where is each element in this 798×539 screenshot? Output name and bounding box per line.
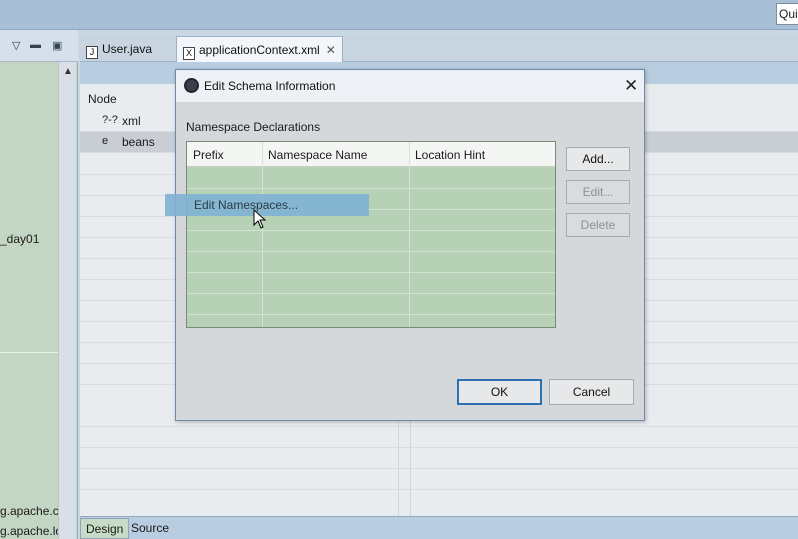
eclipse-icon [184,78,199,93]
grid-line [80,468,798,469]
row-line [187,272,555,273]
xml-declaration-icon: ?-? [102,114,118,126]
xml-file-icon: X [183,47,195,60]
add-button[interactable]: Add... [566,147,630,171]
edit-namespaces-menu-item[interactable]: Edit Namespaces... [165,194,369,216]
divider [0,352,58,353]
row-line [187,188,555,189]
scroll-up-icon[interactable]: ▲ [63,66,73,77]
element-icon: e [102,135,109,147]
tree-item[interactable]: g.apache.c [0,504,58,518]
node-label: xml [122,114,141,128]
edit-button[interactable]: Edit... [566,180,630,204]
column-header-location[interactable]: Location Hint [415,148,485,162]
editor-tabs: J User.java XapplicationContext.xml ✕ [80,36,798,62]
dialog-title-bar: Edit Schema Information ✕ [176,70,644,102]
mouse-cursor-icon [253,209,267,229]
namespace-table[interactable]: Prefix Namespace Name Location Hint [186,141,556,328]
row-line [187,314,555,315]
tab-label: User.java [102,42,153,56]
dialog-title: Edit Schema Information [204,79,336,93]
column-divider [262,142,263,327]
grid-line [80,426,798,427]
row-line [187,230,555,231]
editor-page-tabs: Design Source [80,516,798,539]
section-label: Namespace Declarations [186,120,321,134]
ok-button[interactable]: OK [457,379,542,405]
close-icon[interactable]: ✕ [624,76,638,96]
column-divider [409,142,410,327]
column-header-namespace[interactable]: Namespace Name [268,148,367,162]
tab-design[interactable]: Design [80,518,130,539]
tab-application-context[interactable]: XapplicationContext.xml ✕ [176,36,343,62]
java-file-icon: J [86,46,98,59]
maximize-icon[interactable]: ▣ [52,39,62,52]
tab-user-java[interactable]: J User.java [80,36,158,62]
column-header-prefix[interactable]: Prefix [193,148,224,162]
delete-button[interactable]: Delete [566,213,630,237]
quick-access-input[interactable]: Quick Access [776,3,798,25]
tab-source[interactable]: Source [126,518,174,539]
close-icon[interactable]: ✕ [326,43,336,57]
edit-schema-dialog: Edit Schema Information ✕ Namespace Decl… [175,69,645,421]
vertical-scrollbar[interactable]: ▲ [58,62,76,539]
view-header: ▽ ▬ ▣ [0,30,78,62]
view-menu-icon[interactable]: ▽ [12,39,20,52]
grid-line [80,447,798,448]
tree-item[interactable]: g.apache.lo [0,524,58,538]
tab-label: applicationContext.xml [199,43,320,57]
cancel-button[interactable]: Cancel [549,379,634,405]
grid-line [80,489,798,490]
node-column-header: Node [88,92,117,106]
row-line [187,251,555,252]
row-line [187,293,555,294]
top-toolbar [0,0,798,30]
tree-item[interactable]: _day01 [0,232,58,246]
project-explorer: ▽ ▬ ▣ _day01 g.apache.c g.apache.lo ▲ [0,30,78,539]
minimize-icon[interactable]: ▬ [30,39,41,51]
node-label: beans [122,135,155,149]
table-header: Prefix Namespace Name Location Hint [187,142,555,167]
